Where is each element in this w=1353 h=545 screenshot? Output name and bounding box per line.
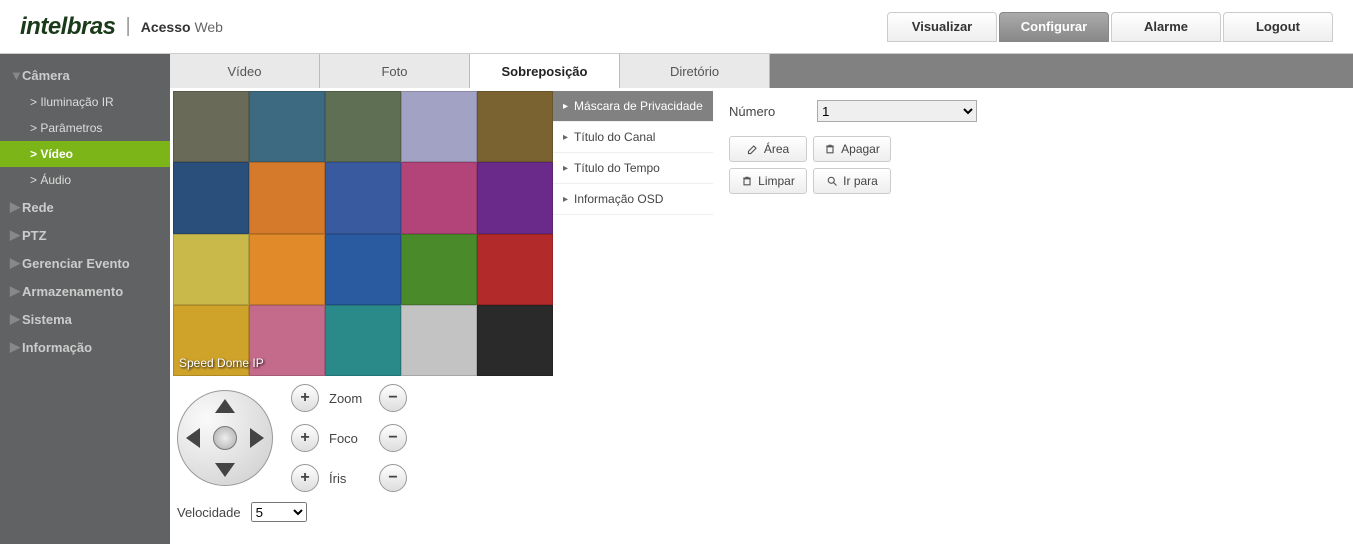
preview-tile (173, 234, 249, 305)
submenu-channel-title[interactable]: Título do Canal (553, 122, 713, 153)
apagar-button[interactable]: Apagar (813, 136, 891, 162)
sidebar-sub-audio[interactable]: Áudio (0, 167, 170, 193)
ptz-left-button[interactable] (186, 428, 200, 448)
trash-icon (824, 143, 836, 155)
ptz-wheel (177, 390, 273, 486)
main-area: Vídeo Foto Sobreposição Diretório Speed … (170, 54, 1353, 544)
subtitle: Acesso Web (141, 19, 223, 35)
sidebar-item-evento[interactable]: ▶Gerenciar Evento (0, 249, 170, 277)
preview-tile (173, 162, 249, 233)
apagar-button-label: Apagar (841, 142, 880, 156)
preview-tile (401, 91, 477, 162)
iris-out-button[interactable]: − (379, 464, 407, 492)
zoom-in-button[interactable]: + (291, 384, 319, 412)
preview-tile (249, 162, 325, 233)
speed-select[interactable]: 5 (251, 502, 307, 522)
tab-bar: Vídeo Foto Sobreposição Diretório (170, 54, 1353, 88)
submenu-mask[interactable]: Máscara de Privacidade (553, 91, 713, 122)
ptz-center-button[interactable] (213, 426, 237, 450)
preview-tile (477, 305, 553, 376)
form-pane: Número 1 Área Apagar (713, 88, 993, 527)
ptz-right-button[interactable] (250, 428, 264, 448)
ptz-controls: + Zoom − + Foco − + Íris − (173, 376, 553, 500)
sidebar-label-sistema: Sistema (22, 312, 72, 327)
nav-configurar[interactable]: Configurar (999, 12, 1109, 42)
nav-alarme[interactable]: Alarme (1111, 12, 1221, 42)
ptz-down-button[interactable] (215, 463, 235, 477)
sidebar-label-info: Informação (22, 340, 92, 355)
limpar-button[interactable]: Limpar (729, 168, 807, 194)
numero-select[interactable]: 1 (817, 100, 977, 122)
edit-icon (747, 143, 759, 155)
logo-separator: | (126, 15, 131, 38)
preview-tile (477, 162, 553, 233)
subtitle-light: Web (194, 19, 223, 35)
search-icon (826, 175, 838, 187)
sidebar-sub-ir[interactable]: Iluminação IR (0, 89, 170, 115)
preview-tile (477, 234, 553, 305)
tab-foto[interactable]: Foto (320, 54, 470, 88)
header: intelbras | Acesso Web Visualizar Config… (0, 0, 1353, 54)
preview-pane: Speed Dome IP + Zoom − (170, 88, 553, 527)
overlay-submenu: Máscara de Privacidade Título do Canal T… (553, 88, 713, 527)
preview-tile (477, 91, 553, 162)
preview-tile (249, 91, 325, 162)
focus-out-button[interactable]: − (379, 424, 407, 452)
submenu-osd-info[interactable]: Informação OSD (553, 184, 713, 215)
limpar-button-label: Limpar (758, 174, 795, 188)
preview-tile (325, 91, 401, 162)
video-preview[interactable]: Speed Dome IP (173, 91, 553, 376)
sidebar-sub-video[interactable]: Vídeo (0, 141, 170, 167)
sidebar-item-ptz[interactable]: ▶PTZ (0, 221, 170, 249)
area-button-label: Área (764, 142, 789, 156)
submenu-time-title[interactable]: Título do Tempo (553, 153, 713, 184)
focus-label: Foco (329, 431, 369, 446)
speed-label: Velocidade (177, 505, 241, 520)
osd-channel-title: Speed Dome IP (179, 356, 264, 370)
sidebar-label-ptz: PTZ (22, 228, 47, 243)
iris-label: Íris (329, 471, 369, 486)
sidebar-item-rede[interactable]: ▶Rede (0, 193, 170, 221)
sidebar-item-info[interactable]: ▶Informação (0, 333, 170, 361)
preview-tile (401, 234, 477, 305)
preview-tile (325, 162, 401, 233)
sidebar-item-sistema[interactable]: ▶Sistema (0, 305, 170, 333)
sidebar-label-evento: Gerenciar Evento (22, 256, 130, 271)
tab-sobreposicao[interactable]: Sobreposição (470, 54, 620, 88)
preview-tile (249, 234, 325, 305)
nav-visualizar[interactable]: Visualizar (887, 12, 997, 42)
numero-label: Número (729, 104, 799, 119)
sidebar-label-armaz: Armazenamento (22, 284, 123, 299)
preview-tile (401, 162, 477, 233)
nav-logout[interactable]: Logout (1223, 12, 1333, 42)
irpara-button-label: Ir para (843, 174, 878, 188)
sidebar-item-camera[interactable]: ▼Câmera (0, 62, 170, 89)
sidebar-label-camera: Câmera (22, 68, 70, 83)
iris-in-button[interactable]: + (291, 464, 319, 492)
focus-in-button[interactable]: + (291, 424, 319, 452)
logo-area: intelbras | Acesso Web (20, 13, 223, 41)
zoom-label: Zoom (329, 391, 369, 406)
tab-diretorio[interactable]: Diretório (620, 54, 770, 88)
top-nav: Visualizar Configurar Alarme Logout (887, 12, 1333, 42)
preview-tile (325, 234, 401, 305)
sidebar-sub-params[interactable]: Parâmetros (0, 115, 170, 141)
preview-tile (173, 91, 249, 162)
zoom-out-button[interactable]: − (379, 384, 407, 412)
area-button[interactable]: Área (729, 136, 807, 162)
irpara-button[interactable]: Ir para (813, 168, 891, 194)
subtitle-bold: Acesso (141, 19, 191, 35)
brand-logo: intelbras (20, 13, 116, 41)
sidebar: ▼Câmera Iluminação IR Parâmetros Vídeo Á… (0, 54, 170, 544)
sidebar-item-armaz[interactable]: ▶Armazenamento (0, 277, 170, 305)
trash-icon (741, 175, 753, 187)
ptz-up-button[interactable] (215, 399, 235, 413)
preview-tile (325, 305, 401, 376)
preview-tile (401, 305, 477, 376)
tab-video[interactable]: Vídeo (170, 54, 320, 88)
sidebar-label-rede: Rede (22, 200, 54, 215)
